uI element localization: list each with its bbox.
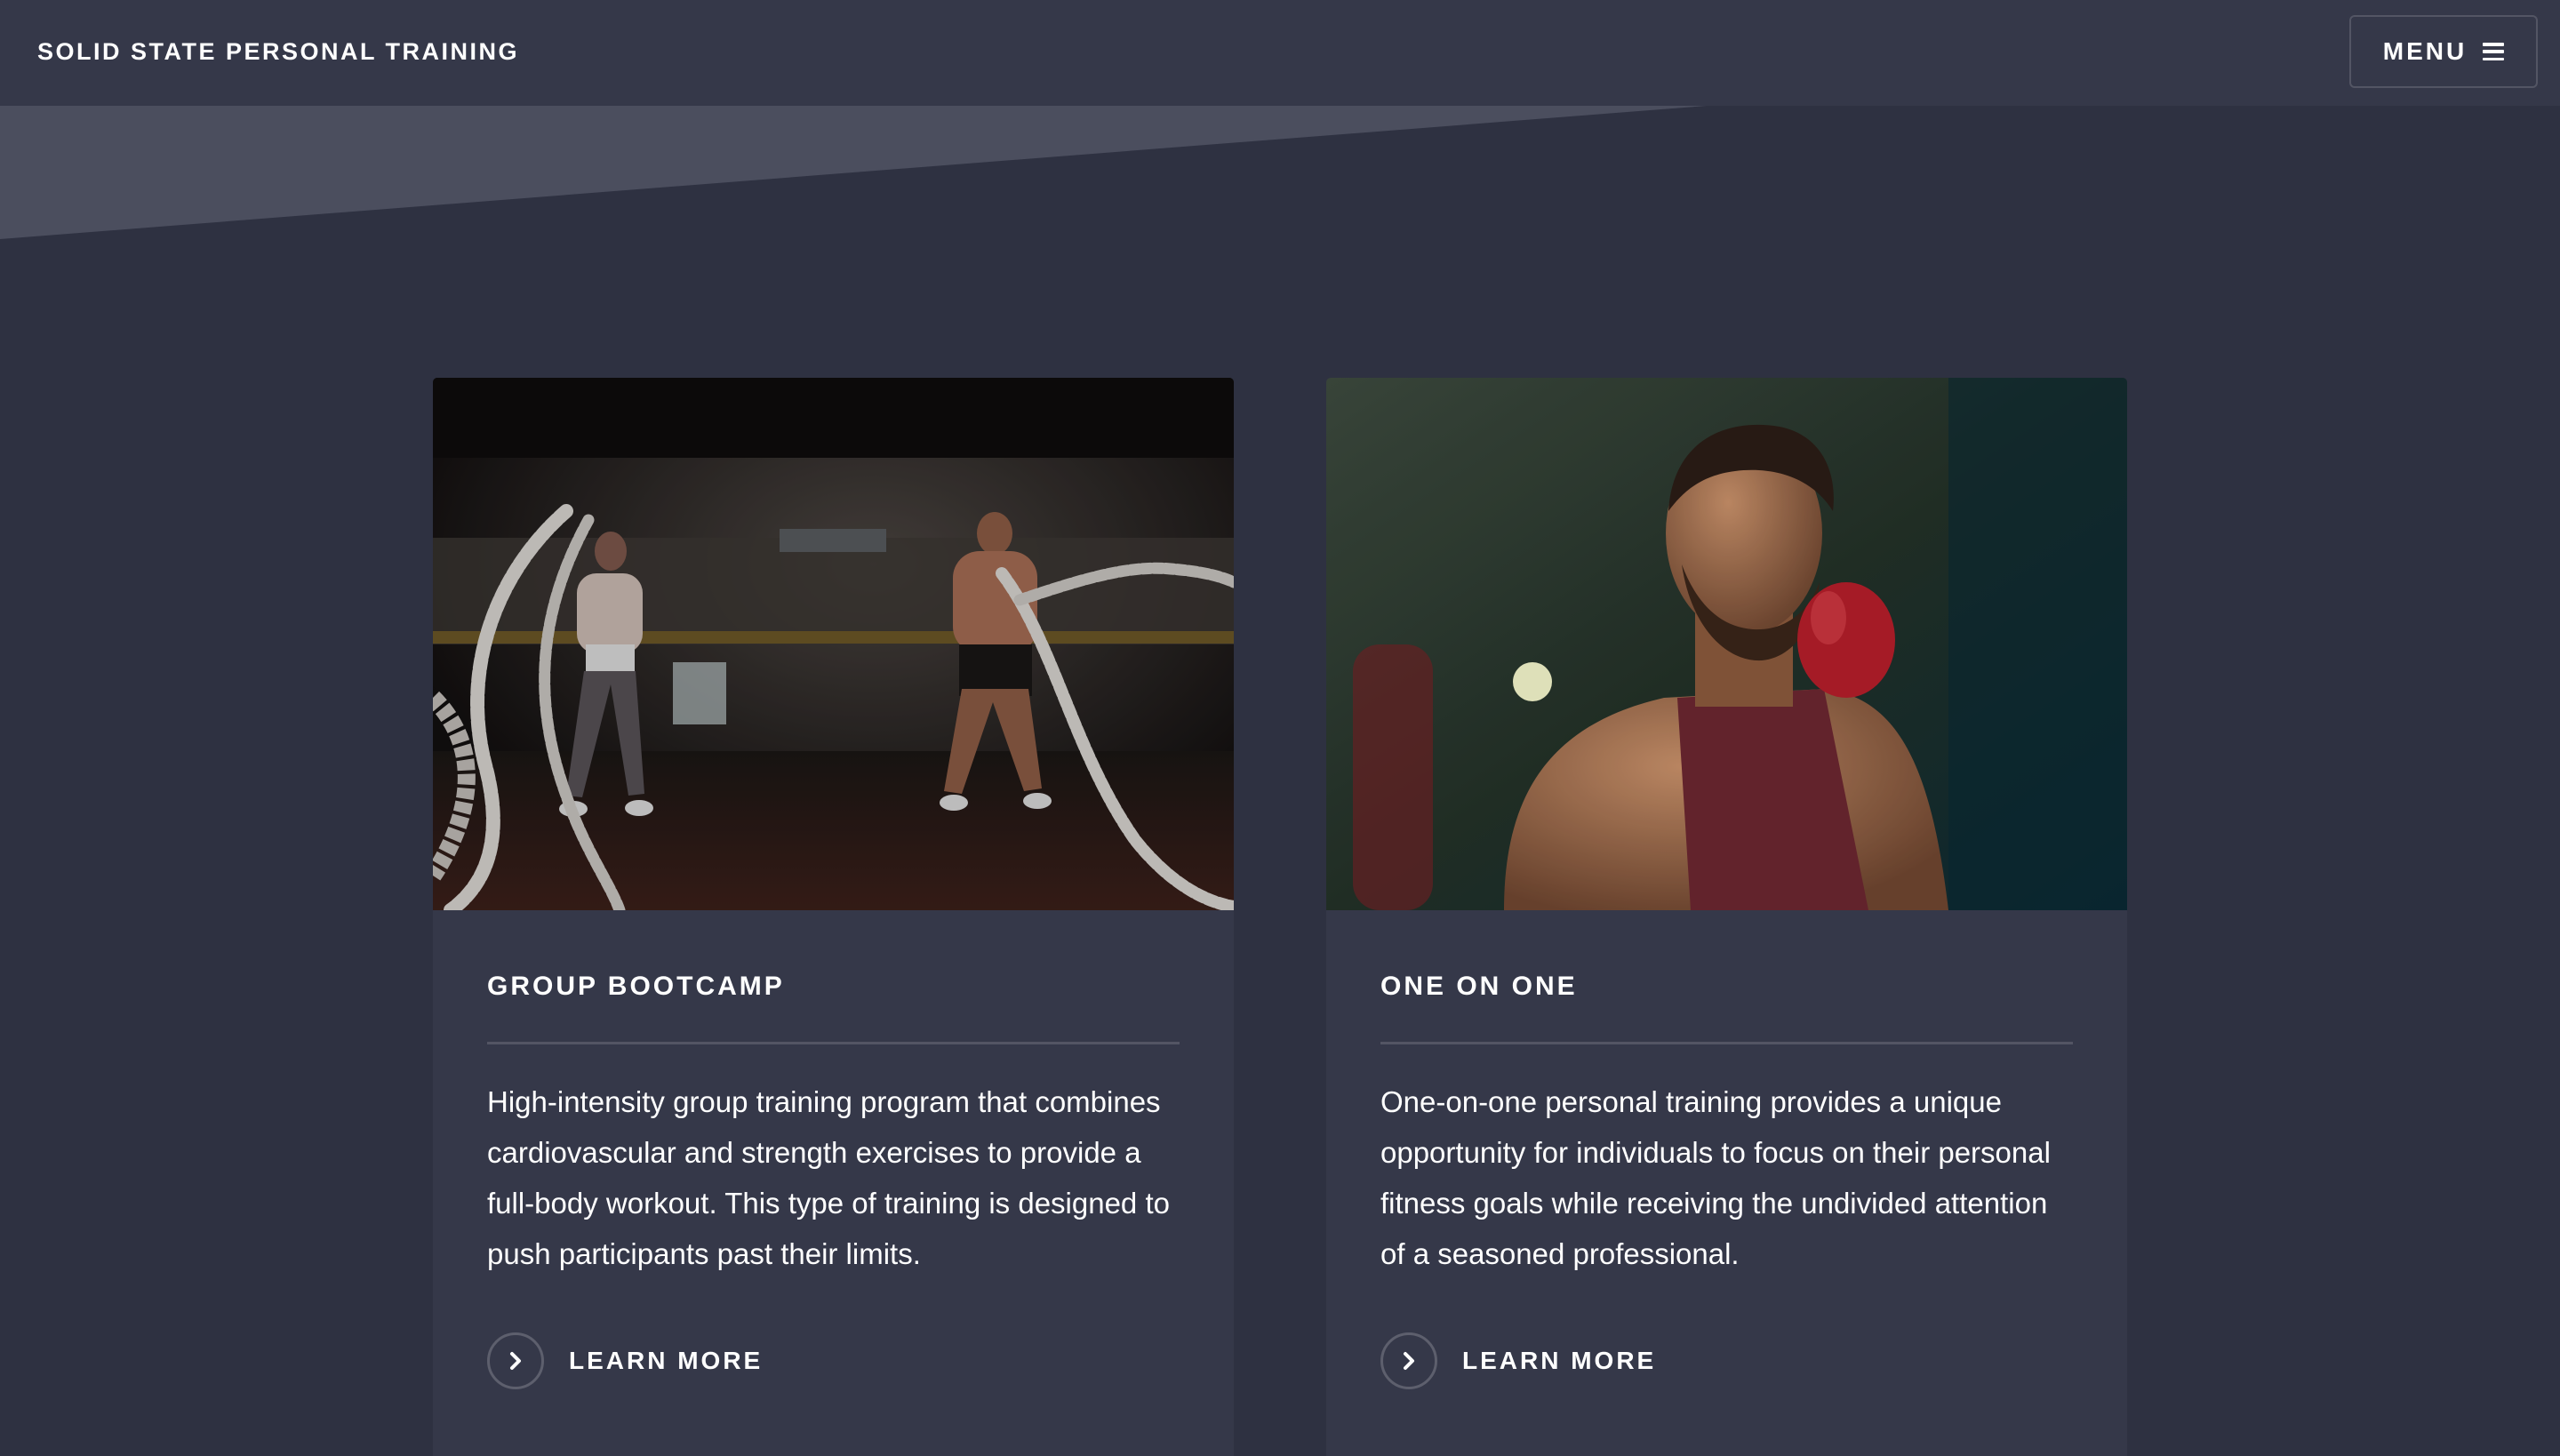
battle-ropes-photo-art (433, 378, 1234, 910)
boxer-photo[interactable] (1326, 378, 2127, 910)
menu-label: MENU (2382, 37, 2468, 65)
card-title: GROUP BOOTCAMP (487, 972, 785, 1001)
menu-button[interactable]: MENU (2349, 15, 2538, 88)
card-description: High-intensity group training program th… (487, 1085, 1170, 1270)
boxer-photo-art (1326, 378, 2127, 910)
learn-more-link[interactable]: LEARN MORE (487, 1332, 1180, 1389)
card-divider (1380, 1042, 2073, 1044)
chevron-right-icon[interactable] (487, 1332, 544, 1389)
site-title[interactable]: SOLID STATE PERSONAL TRAINING (37, 36, 519, 68)
learn-more-label[interactable]: LEARN MORE (569, 1345, 763, 1377)
card-one-on-one: ONE ON ONE One-on-one personal training … (1326, 378, 2127, 1456)
learn-more-link[interactable]: LEARN MORE (1380, 1332, 2073, 1389)
card-description: One-on-one personal training provides a … (1380, 1085, 2051, 1270)
card-divider (487, 1042, 1180, 1044)
banner-wedge (0, 106, 1707, 239)
learn-more-label[interactable]: LEARN MORE (1462, 1345, 1656, 1377)
site-header: SOLID STATE PERSONAL TRAINING MENU (0, 0, 2560, 106)
battle-ropes-photo[interactable] (433, 378, 1234, 910)
card-group-bootcamp: GROUP BOOTCAMP High-intensity group trai… (433, 378, 1234, 1456)
hamburger-icon (2483, 43, 2505, 60)
chevron-right-icon[interactable] (1380, 1332, 1437, 1389)
card-title: ONE ON ONE (1380, 972, 1578, 1001)
